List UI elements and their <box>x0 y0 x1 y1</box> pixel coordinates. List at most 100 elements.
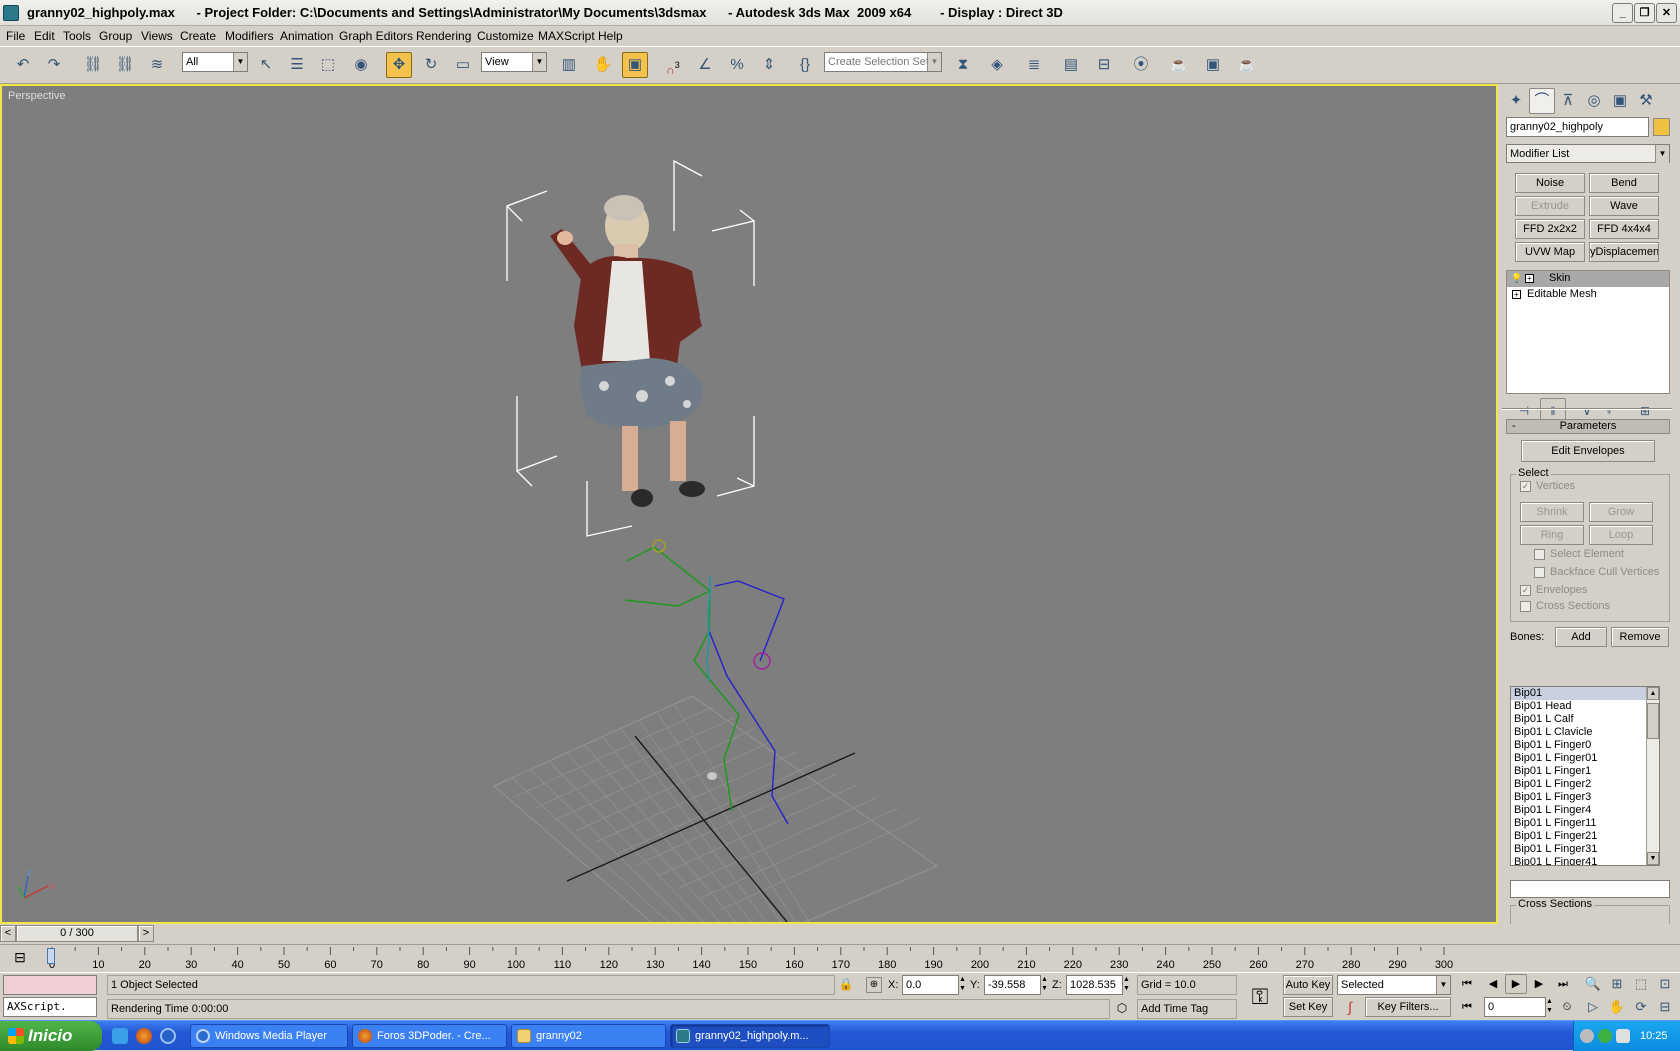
pan-view-icon[interactable]: ✋ <box>1606 997 1628 1017</box>
z-spinner[interactable]: ▲ ▼ <box>1123 975 1132 995</box>
modifier-ffd4-button[interactable]: FFD 4x4x4 <box>1589 219 1659 239</box>
window-crossing-icon[interactable]: ◉ <box>348 52 374 78</box>
menu-edit[interactable]: Edit <box>34 29 55 43</box>
menu-views[interactable]: Views <box>141 29 173 43</box>
motion-tab-icon[interactable]: ◎ <box>1581 88 1607 114</box>
menu-rendering[interactable]: Rendering <box>416 29 471 43</box>
zoom-icon[interactable]: 🔍 <box>1582 974 1604 994</box>
percent-snap-icon[interactable]: % <box>724 52 750 78</box>
absolute-mode-icon[interactable]: ⊕ <box>866 977 882 993</box>
maximize-viewport-icon[interactable]: ⊟ <box>1654 997 1676 1017</box>
stack-item-skin[interactable]: 💡 + Skin <box>1507 271 1669 287</box>
reference-coordinate-dropdown[interactable]: View ▼ <box>481 52 547 72</box>
firefox-quicklaunch-icon[interactable] <box>136 1028 152 1044</box>
backface-cull-checkbox[interactable] <box>1534 567 1545 578</box>
bind-space-warp-icon[interactable]: ≋ <box>144 52 170 78</box>
modifier-displacement-button[interactable]: yDisplacement <box>1589 242 1659 262</box>
menu-graph-editors[interactable]: Graph Editors <box>339 29 413 43</box>
orbit-icon[interactable]: ⟳ <box>1630 997 1652 1017</box>
rendered-frame-window-icon[interactable]: ▣ <box>1200 52 1226 78</box>
tray-icon[interactable] <box>1580 1029 1594 1043</box>
modifier-list-dropdown[interactable]: Modifier List ▼ <box>1506 144 1670 163</box>
utilities-tab-icon[interactable]: ⚒ <box>1633 88 1659 114</box>
next-frame-icon[interactable]: ▶ <box>1528 974 1550 994</box>
list-item[interactable]: Bip01 L Finger4 <box>1511 804 1659 817</box>
key-filters-button[interactable]: Key Filters... <box>1365 997 1451 1017</box>
list-item[interactable]: Bip01 L Clavicle <box>1511 726 1659 739</box>
hierarchy-tab-icon[interactable]: ⊼ <box>1555 88 1581 114</box>
material-editor-icon[interactable]: ⦿ <box>1128 52 1154 78</box>
list-item[interactable]: Bip01 L Finger0 <box>1511 739 1659 752</box>
modifier-extrude-button[interactable]: Extrude <box>1515 196 1585 216</box>
object-name-field[interactable]: granny02_highpoly <box>1506 117 1649 137</box>
y-spinner[interactable]: ▲ ▼ <box>1041 975 1050 995</box>
x-spinner[interactable]: ▲ ▼ <box>959 975 968 995</box>
z-coordinate-field[interactable]: 1028.535 <box>1066 975 1123 995</box>
schematic-view-icon[interactable]: ⊟ <box>1091 52 1117 78</box>
ring-button[interactable]: Ring <box>1520 525 1584 545</box>
y-coordinate-field[interactable]: -39.558 <box>984 975 1041 995</box>
expand-plus-icon[interactable]: + <box>1512 290 1521 299</box>
minimize-button[interactable]: _ <box>1612 3 1633 23</box>
modifier-bend-button[interactable]: Bend <box>1589 173 1659 193</box>
list-item[interactable]: Bip01 <box>1511 687 1659 700</box>
loop-button[interactable]: Loop <box>1589 525 1653 545</box>
create-tab-icon[interactable]: ✦ <box>1503 88 1529 114</box>
list-item[interactable]: Bip01 L Finger1 <box>1511 765 1659 778</box>
menu-customize[interactable]: Customize <box>477 29 534 43</box>
go-to-start-icon[interactable]: ⏮ <box>1456 974 1478 994</box>
menu-file[interactable]: File <box>6 29 25 43</box>
select-object-icon[interactable]: ↖ <box>253 52 279 78</box>
add-time-tag[interactable]: Add Time Tag <box>1137 999 1237 1019</box>
list-item[interactable]: Bip01 L Finger11 <box>1511 817 1659 830</box>
spinner-snap-icon[interactable]: ⇕ <box>756 52 782 78</box>
cross-sections-checkbox[interactable] <box>1520 601 1531 612</box>
show-desktop-icon[interactable] <box>112 1028 128 1044</box>
auto-key-button[interactable]: Auto Key <box>1283 975 1333 995</box>
task-3dsmax[interactable]: granny02_highpoly.m... <box>670 1024 830 1048</box>
menu-tools[interactable]: Tools <box>63 29 91 43</box>
modify-tab-icon[interactable]: ⌒ <box>1529 88 1555 114</box>
frame-spinner[interactable]: ▲ ▼ <box>1546 997 1555 1017</box>
list-item[interactable]: Bip01 L Finger2 <box>1511 778 1659 791</box>
menu-help[interactable]: Help <box>598 29 623 43</box>
key-mode-dropdown[interactable]: Selected ▼ <box>1337 975 1451 995</box>
bones-list[interactable]: Bip01 Bip01 Head Bip01 L Calf Bip01 L Cl… <box>1510 686 1660 866</box>
grow-button[interactable]: Grow <box>1589 502 1653 522</box>
envelopes-checkbox[interactable]: ✓ <box>1520 585 1531 596</box>
current-frame-marker[interactable] <box>47 948 55 964</box>
undo-icon[interactable]: ↶ <box>10 52 36 78</box>
add-time-tag-icon[interactable]: ⬡ <box>1113 1001 1131 1017</box>
network-tray-icon[interactable] <box>1616 1029 1630 1043</box>
modifier-ffd2-button[interactable]: FFD 2x2x2 <box>1515 219 1585 239</box>
parameters-rollout-header[interactable]: - Parameters <box>1506 419 1670 434</box>
list-item[interactable]: Bip01 L Calf <box>1511 713 1659 726</box>
close-button[interactable]: ✕ <box>1656 3 1677 23</box>
mirror-icon[interactable]: ⧗ <box>950 52 976 78</box>
light-bulb-icon[interactable]: 💡 <box>1511 273 1522 284</box>
time-slider[interactable]: 0 / 300 <box>16 925 138 942</box>
object-color-swatch[interactable] <box>1653 118 1670 136</box>
display-tab-icon[interactable]: ▣ <box>1607 88 1633 114</box>
time-slider-prev-button[interactable]: < <box>0 925 16 942</box>
menu-create[interactable]: Create <box>180 29 216 43</box>
curve-editor-icon[interactable]: ▤ <box>1058 52 1084 78</box>
keyboard-shortcut-override-icon[interactable]: ▣ <box>622 52 648 78</box>
select-element-checkbox[interactable] <box>1534 549 1545 560</box>
expand-plus-icon[interactable]: + <box>1525 274 1534 283</box>
angle-snap-icon[interactable]: ∠ <box>692 52 718 78</box>
modifier-uvw-map-button[interactable]: UVW Map <box>1515 242 1585 262</box>
select-by-name-icon[interactable]: ☰ <box>284 52 310 78</box>
start-button[interactable]: Inicio <box>0 1021 102 1051</box>
shrink-button[interactable]: Shrink <box>1520 502 1584 522</box>
time-configuration-icon[interactable]: ⏲ <box>1557 997 1577 1017</box>
select-and-scale-icon[interactable]: ▭ <box>450 52 476 78</box>
modifier-wave-button[interactable]: Wave <box>1589 196 1659 216</box>
scroll-up-icon[interactable]: ▲ <box>1647 687 1659 700</box>
menu-animation[interactable]: Animation <box>280 29 333 43</box>
menu-maxscript[interactable]: MAXScript <box>538 29 595 43</box>
perspective-viewport[interactable]: Perspective x z <box>0 84 1498 924</box>
bone-name-field[interactable] <box>1510 880 1670 898</box>
zoom-extents-icon[interactable]: ⬚ <box>1630 974 1652 994</box>
play-icon[interactable]: ▶ <box>1505 974 1527 994</box>
